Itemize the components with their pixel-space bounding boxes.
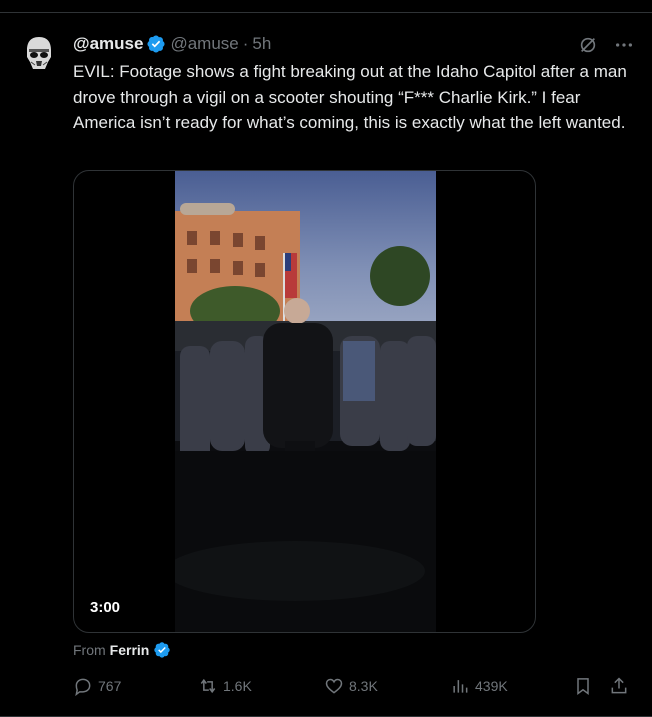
repost-count: 1.6K (223, 678, 252, 694)
repost-button[interactable]: 1.6K (198, 676, 252, 696)
share-button[interactable] (609, 676, 629, 696)
more-icon[interactable] (613, 34, 635, 56)
attribution-name[interactable]: Ferrin (110, 642, 150, 658)
heart-icon (325, 678, 343, 694)
views-button[interactable]: 439K (450, 676, 508, 696)
display-name[interactable]: @amuse (73, 34, 143, 54)
verified-badge-icon (146, 34, 166, 54)
video-frame-image (175, 171, 436, 632)
views-icon (453, 680, 468, 693)
bookmark-icon (577, 678, 589, 695)
separator-dot: · (242, 34, 249, 53)
top-divider (0, 12, 652, 13)
share-icon (611, 677, 627, 694)
reply-icon (75, 678, 91, 696)
like-count: 8.3K (349, 678, 378, 694)
grok-icon[interactable] (577, 34, 599, 56)
reply-count: 767 (98, 678, 122, 694)
views-count: 439K (475, 678, 508, 694)
tweet-text: EVIL: Footage shows a fight breaking out… (73, 62, 627, 132)
stormtrooper-avatar-icon (18, 32, 60, 74)
tweet-header: @amuse @amuse · 5h (73, 33, 271, 55)
video-duration: 3:00 (90, 599, 121, 616)
timestamp[interactable]: 5h (252, 34, 271, 54)
from-label: From (73, 642, 106, 658)
avatar[interactable] (18, 32, 60, 74)
bookmark-button[interactable] (573, 676, 593, 696)
repost-icon (200, 678, 216, 694)
header-actions (577, 34, 635, 56)
verified-badge-icon (153, 641, 171, 659)
video-player[interactable]: 3:00 (73, 170, 536, 633)
handle[interactable]: @amuse (170, 34, 238, 54)
action-bar: 767 1.6K 8.3K 439K (73, 676, 633, 702)
like-button[interactable]: 8.3K (324, 676, 378, 696)
video-attribution: From Ferrin (73, 641, 175, 659)
reply-button[interactable]: 767 (73, 676, 121, 696)
